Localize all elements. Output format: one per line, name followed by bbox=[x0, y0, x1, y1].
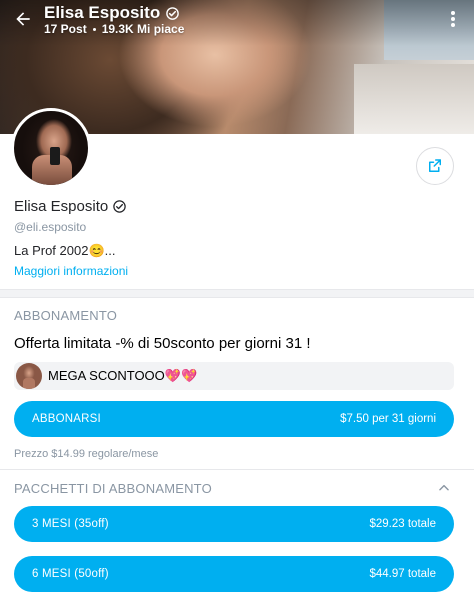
subscribe-label: ABBONARSI bbox=[32, 413, 101, 425]
header-title: Elisa Esposito bbox=[44, 3, 180, 23]
more-vertical-icon bbox=[451, 11, 455, 27]
bundle-button-6-months[interactable]: 6 MESI (50off) $44.97 totale bbox=[14, 556, 454, 592]
more-info-link[interactable]: Maggiori informazioni bbox=[14, 264, 128, 278]
profile-avatar[interactable] bbox=[11, 108, 91, 188]
cover-sand bbox=[354, 64, 474, 134]
bundle-label: 3 MESI (35off) bbox=[32, 518, 109, 530]
subscribe-button[interactable]: ABBONARSI $7.50 per 31 giorni bbox=[14, 401, 454, 437]
divider bbox=[0, 469, 474, 470]
promo-avatar bbox=[16, 363, 42, 389]
profile-bio: La Prof 2002😊... bbox=[14, 243, 116, 258]
likes-count: 19.3K Mi piace bbox=[101, 22, 185, 36]
bundles-title: PACCHETTI DI ABBONAMENTO bbox=[14, 481, 212, 496]
stats-separator bbox=[92, 27, 96, 31]
subscribe-price: $7.50 per 31 giorni bbox=[340, 413, 436, 425]
more-options-button[interactable] bbox=[442, 8, 464, 30]
section-divider bbox=[0, 289, 474, 298]
collapse-bundles-button[interactable] bbox=[434, 478, 454, 498]
offer-text: Offerta limitata -% di 50sconto per gior… bbox=[14, 335, 311, 352]
chevron-up-icon bbox=[439, 484, 449, 491]
bundle-button-3-months[interactable]: 3 MESI (35off) $29.23 totale bbox=[14, 506, 454, 542]
profile-name-text: Elisa Esposito bbox=[14, 198, 109, 215]
share-icon bbox=[429, 159, 441, 172]
back-button[interactable] bbox=[8, 4, 38, 34]
regular-price: Prezzo $14.99 regolare/mese bbox=[14, 448, 159, 460]
promo-text: MEGA SCONTOOO💖💖 bbox=[48, 368, 198, 383]
top-bar: Elisa Esposito 17 Post 19.3K Mi piace bbox=[0, 0, 474, 46]
bundle-price: $44.97 totale bbox=[369, 568, 436, 580]
posts-count: 17 Post bbox=[44, 22, 87, 36]
subscription-title: ABBONAMENTO bbox=[14, 308, 118, 323]
profile-name: Elisa Esposito bbox=[14, 198, 127, 215]
verified-icon bbox=[166, 6, 180, 20]
promo-message: MEGA SCONTOOO💖💖 bbox=[14, 362, 454, 390]
avatar-phone bbox=[50, 147, 60, 165]
back-arrow-icon bbox=[16, 12, 30, 26]
bundle-label: 6 MESI (50off) bbox=[32, 568, 109, 580]
share-button[interactable] bbox=[416, 147, 454, 185]
profile-handle: @eli.esposito bbox=[14, 220, 87, 234]
header-stats: 17 Post 19.3K Mi piace bbox=[44, 22, 184, 36]
bundle-price: $29.23 totale bbox=[369, 518, 436, 530]
header-name: Elisa Esposito bbox=[44, 3, 161, 22]
verified-icon bbox=[113, 200, 126, 213]
